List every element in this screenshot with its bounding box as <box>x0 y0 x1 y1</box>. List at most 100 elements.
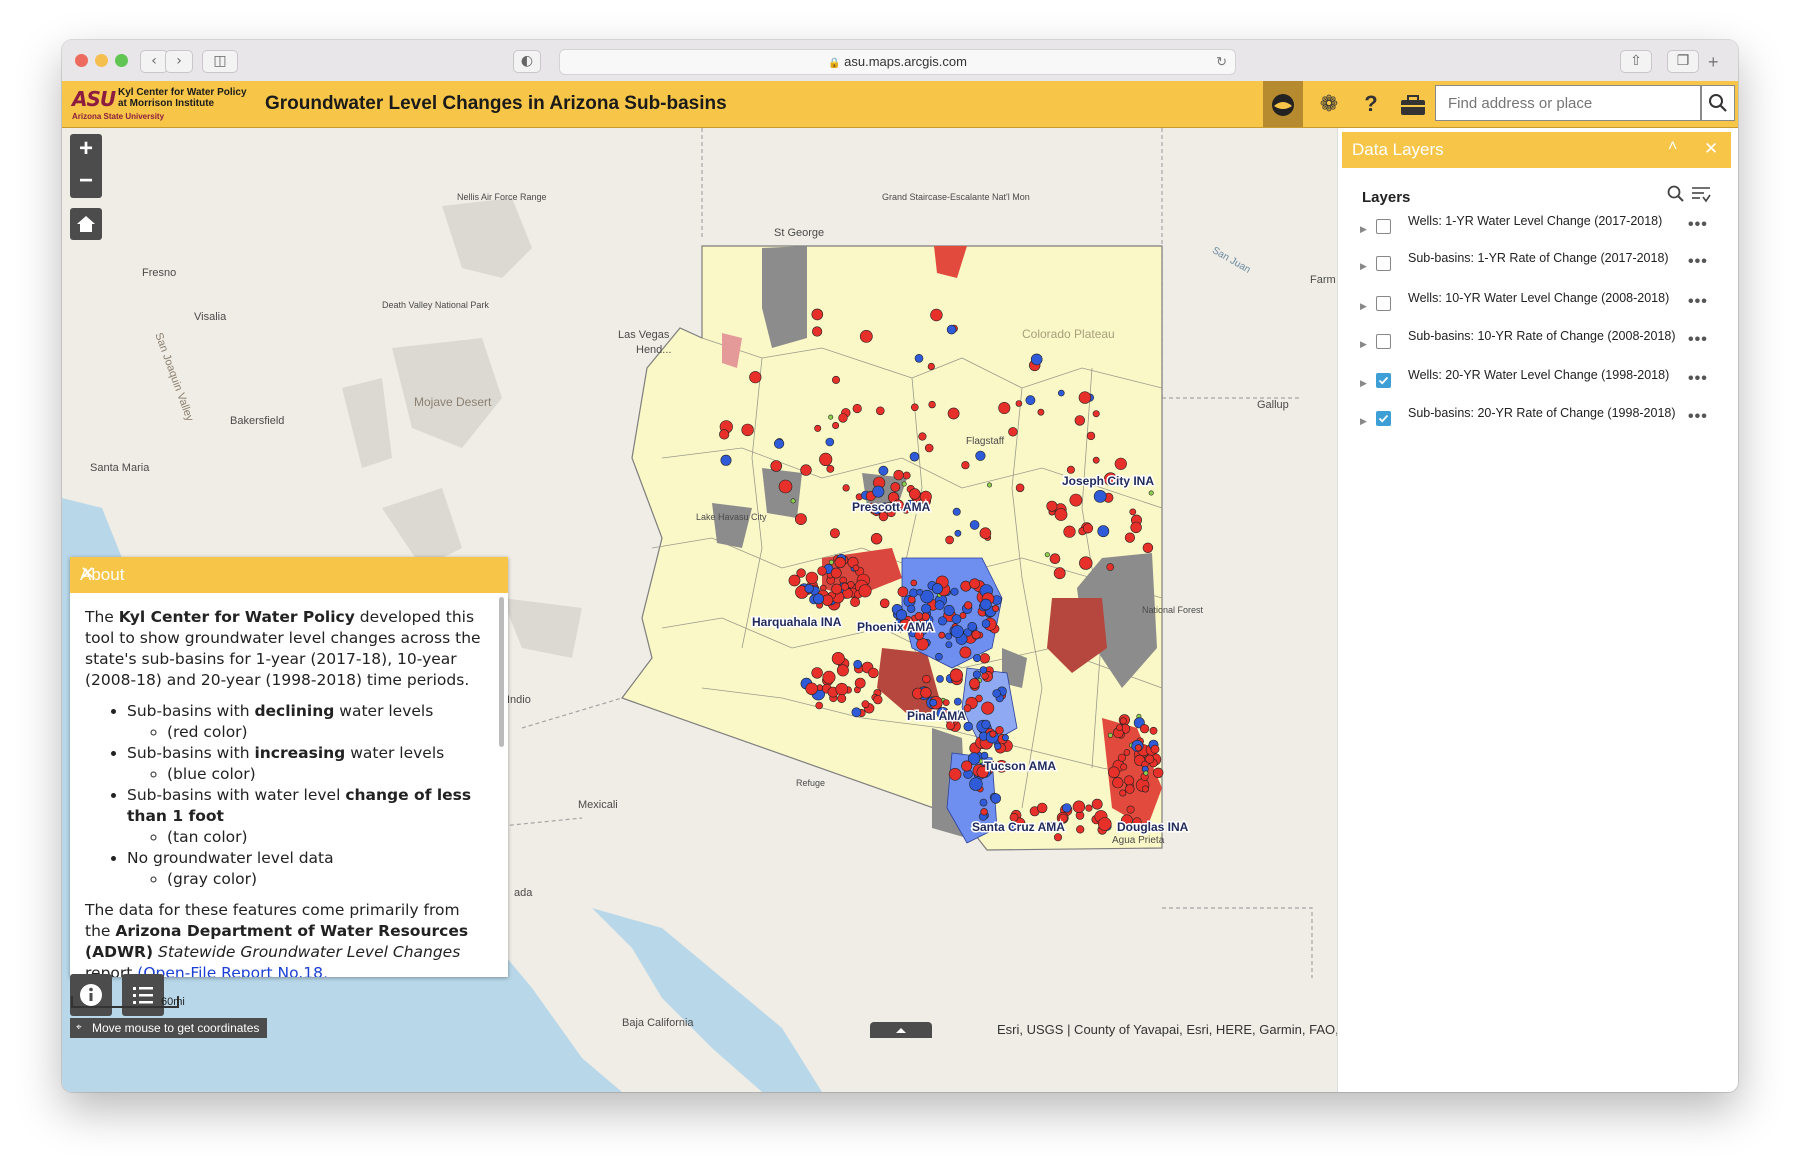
well-marker[interactable] <box>916 588 924 596</box>
well-marker[interactable] <box>819 452 833 467</box>
well-marker[interactable] <box>972 670 981 679</box>
well-marker[interactable] <box>961 760 973 772</box>
reload-icon[interactable]: ↻ <box>1216 50 1227 74</box>
expand-caret-icon[interactable]: ▶ <box>1360 416 1367 427</box>
well-marker[interactable] <box>979 653 990 664</box>
privacy-shield-icon[interactable]: ◐ <box>513 50 541 73</box>
well-marker[interactable] <box>959 646 972 659</box>
well-marker[interactable] <box>831 651 845 665</box>
well-marker[interactable] <box>971 630 981 640</box>
well-marker[interactable] <box>850 596 861 607</box>
well-marker[interactable] <box>951 614 962 624</box>
well-marker[interactable] <box>1143 770 1149 776</box>
well-marker[interactable] <box>992 604 1000 612</box>
well-marker[interactable] <box>804 584 814 594</box>
expand-caret-icon[interactable]: ▶ <box>1360 261 1367 272</box>
well-marker[interactable] <box>1082 523 1094 534</box>
well-marker[interactable] <box>895 609 907 621</box>
well-marker[interactable] <box>947 407 960 420</box>
well-marker[interactable] <box>967 621 977 632</box>
well-marker[interactable] <box>1142 542 1154 553</box>
well-marker[interactable] <box>1066 465 1075 474</box>
well-marker[interactable] <box>929 698 938 707</box>
well-marker[interactable] <box>1008 427 1018 437</box>
well-marker[interactable] <box>1036 802 1048 814</box>
well-marker[interactable] <box>1086 431 1096 441</box>
layer-item[interactable]: ▶ Sub-basins: 20-YR Rate of Change (1998-… <box>1358 406 1728 446</box>
well-marker[interactable] <box>835 682 849 696</box>
well-marker[interactable] <box>1062 803 1072 813</box>
toolbox-icon[interactable] <box>1393 81 1433 127</box>
well-marker[interactable] <box>1046 500 1058 512</box>
well-marker[interactable] <box>815 701 824 710</box>
well-marker[interactable] <box>1123 749 1131 756</box>
well-marker[interactable] <box>979 666 988 674</box>
well-marker[interactable] <box>872 485 885 498</box>
well-marker[interactable] <box>1092 456 1100 464</box>
well-marker[interactable] <box>986 482 992 488</box>
well-marker[interactable] <box>928 400 936 409</box>
back-button[interactable]: ‹ <box>140 50 168 73</box>
well-marker[interactable] <box>814 424 822 432</box>
sidebar-toggle-icon[interactable]: ◫ <box>202 50 238 73</box>
expand-caret-icon[interactable]: ▶ <box>1360 339 1367 350</box>
well-marker[interactable] <box>879 598 890 609</box>
well-marker[interactable] <box>1134 744 1142 752</box>
well-marker[interactable] <box>859 329 873 343</box>
close-icon[interactable]: ✕ <box>80 563 496 584</box>
well-marker[interactable] <box>946 324 957 335</box>
layer-checkbox[interactable] <box>1376 256 1391 271</box>
layer-checkbox[interactable] <box>1376 373 1391 388</box>
well-marker[interactable] <box>870 533 883 545</box>
well-marker[interactable] <box>805 682 818 695</box>
well-marker[interactable] <box>1119 717 1127 725</box>
well-marker[interactable] <box>943 604 955 616</box>
tabs-overview-icon[interactable]: ❐ <box>1667 50 1699 73</box>
layer-options-icon[interactable]: ••• <box>1688 216 1708 234</box>
well-marker[interactable] <box>1063 525 1076 538</box>
well-marker[interactable] <box>1150 744 1160 754</box>
well-marker[interactable] <box>1093 489 1107 503</box>
well-marker[interactable] <box>952 507 961 516</box>
well-marker[interactable] <box>854 677 866 689</box>
report-link[interactable]: (Open-File Report No.18, <box>137 964 328 977</box>
layer-checkbox[interactable] <box>1376 334 1391 349</box>
well-marker[interactable] <box>1092 410 1100 418</box>
well-marker[interactable] <box>972 654 981 663</box>
puzzle-icon[interactable]: ❁ <box>1309 81 1349 127</box>
well-marker[interactable] <box>945 641 953 648</box>
layer-checkbox[interactable] <box>1376 296 1391 311</box>
well-marker[interactable] <box>963 721 973 732</box>
well-marker[interactable] <box>825 437 835 447</box>
well-marker[interactable] <box>1130 521 1142 534</box>
well-marker[interactable] <box>981 701 995 715</box>
well-marker[interactable] <box>1112 777 1124 789</box>
well-marker[interactable] <box>1076 825 1085 834</box>
well-marker[interactable] <box>914 612 924 621</box>
well-marker[interactable] <box>890 482 901 492</box>
layer-options-icon[interactable]: ••• <box>1688 408 1708 426</box>
well-marker[interactable] <box>916 638 929 651</box>
well-marker[interactable] <box>1148 490 1154 496</box>
well-marker[interactable] <box>998 401 1011 414</box>
well-marker[interactable] <box>840 582 849 591</box>
well-marker[interactable] <box>1139 724 1150 734</box>
search-button[interactable] <box>1701 85 1735 121</box>
well-marker[interactable] <box>831 375 840 384</box>
well-marker[interactable] <box>749 371 762 384</box>
well-marker[interactable] <box>1129 508 1137 516</box>
well-marker[interactable] <box>800 464 812 476</box>
well-marker[interactable] <box>1152 767 1164 778</box>
legend-toggle-button[interactable] <box>122 974 164 1016</box>
well-marker[interactable] <box>770 460 783 472</box>
well-marker[interactable] <box>811 667 823 679</box>
well-marker[interactable] <box>1015 400 1023 407</box>
layer-item[interactable]: ▶ Sub-basins: 1-YR Rate of Change (2017-2… <box>1358 251 1728 291</box>
well-marker[interactable] <box>778 479 793 494</box>
well-marker[interactable] <box>954 529 962 537</box>
well-marker[interactable] <box>1002 734 1009 742</box>
well-marker[interactable] <box>930 308 943 322</box>
forward-button[interactable]: › <box>165 50 193 73</box>
well-marker[interactable] <box>1069 493 1083 507</box>
well-marker[interactable] <box>811 308 824 321</box>
